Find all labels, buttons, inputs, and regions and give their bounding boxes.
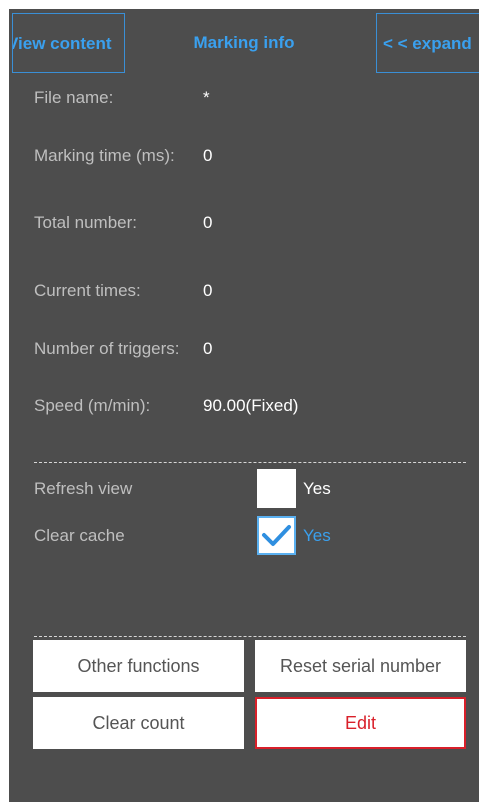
- marking-time-label: Marking time (ms):: [34, 146, 175, 165]
- checkmark-icon: [262, 525, 291, 546]
- refresh-view-checkbox[interactable]: [257, 469, 296, 508]
- reset-serial-number-button[interactable]: Reset serial number: [255, 640, 466, 692]
- marking-panel: View content Marking info < < expand Fil…: [9, 9, 479, 802]
- clear-count-button[interactable]: Clear count: [33, 697, 244, 749]
- trigger-count-label: Number of triggers:: [34, 339, 180, 358]
- clear-cache-checkbox[interactable]: [257, 516, 296, 555]
- total-number-label: Total number:: [34, 213, 137, 232]
- current-times-label: Current times:: [34, 281, 141, 300]
- total-number-value: 0: [203, 213, 213, 232]
- tab-view-content[interactable]: View content: [12, 13, 125, 73]
- other-functions-button[interactable]: Other functions: [33, 640, 244, 692]
- divider: [34, 462, 466, 463]
- file-name-label: File name:: [34, 88, 114, 107]
- refresh-view-label: Refresh view: [34, 479, 133, 498]
- edit-button[interactable]: Edit: [255, 697, 466, 749]
- tab-marking-info[interactable]: Marking info: [169, 13, 319, 73]
- refresh-view-yes-label[interactable]: Yes: [303, 479, 331, 499]
- clear-cache-label: Clear cache: [34, 526, 125, 545]
- file-name-value: *: [203, 88, 210, 107]
- speed-label: Speed (m/min):: [34, 396, 151, 415]
- marking-time-value: 0: [203, 146, 213, 165]
- clear-cache-yes-label[interactable]: Yes: [303, 526, 331, 546]
- trigger-count-value: 0: [203, 339, 213, 358]
- speed-value: 90.00(Fixed): [203, 396, 299, 415]
- current-times-value: 0: [203, 281, 213, 300]
- expand-button[interactable]: < < expand: [376, 13, 479, 73]
- divider: [34, 636, 466, 637]
